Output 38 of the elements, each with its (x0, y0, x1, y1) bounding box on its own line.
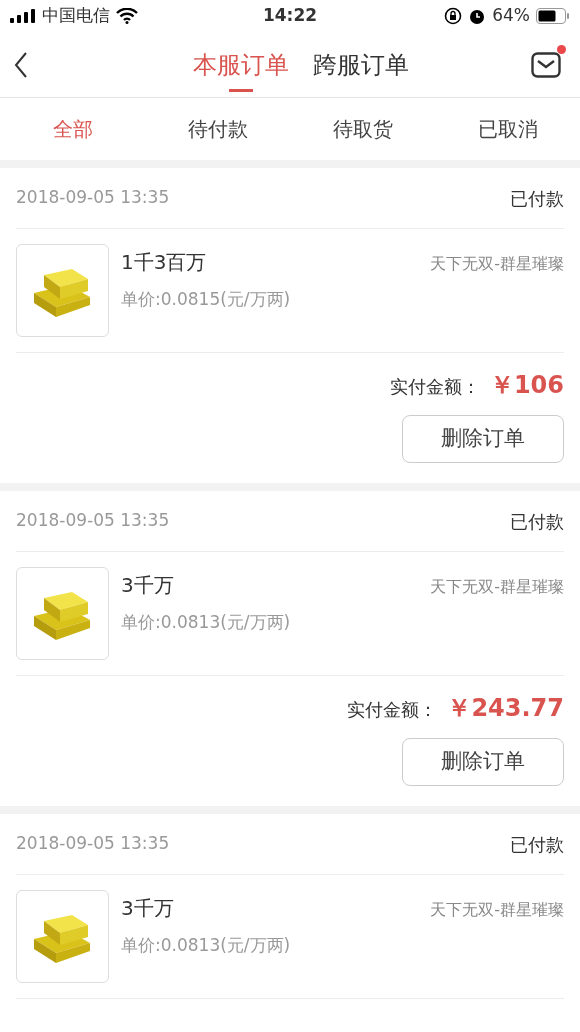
product-title: 3千万 (121, 895, 174, 922)
mail-icon (531, 51, 561, 78)
filter-tab[interactable]: 待付款 (187, 114, 248, 144)
unit-price: 单价:0.0815(元/万两) (121, 288, 292, 311)
product-title: 1千3百万 (121, 249, 207, 276)
order-date: 2018-09-05 13:35 (16, 509, 170, 533)
wifi-icon (116, 8, 138, 24)
battery-icon (536, 8, 570, 24)
rotation-lock-icon (444, 7, 463, 25)
server-name: 天下无双-群星璀璨 (430, 576, 564, 598)
tab-underline (229, 88, 253, 92)
filter-tab[interactable]: 待取货 (332, 114, 393, 144)
battery-percent: 64% (492, 4, 530, 28)
order-tab[interactable]: 本服订单 (193, 31, 289, 98)
alarm-clock-icon (468, 7, 487, 25)
filter-tab[interactable]: 已取消 (477, 114, 538, 144)
unit-price: 单价:0.0813(元/万两) (121, 611, 292, 634)
order-status: 已付款 (510, 186, 564, 211)
delete-order-button[interactable]: 删除订单 (402, 415, 564, 463)
order-tab[interactable]: 跨服订单 (313, 31, 409, 98)
clock-time: 14:22 (261, 4, 319, 28)
order-status: 已付款 (510, 832, 564, 857)
signal-icon (10, 9, 36, 23)
order-date: 2018-09-05 13:35 (16, 832, 170, 856)
back-chevron-icon (14, 51, 28, 78)
total-amount: ￥106 (489, 370, 564, 401)
server-name: 天下无双-群星璀璨 (430, 253, 564, 275)
total-label: 实付金额： (347, 698, 438, 722)
order-date: 2018-09-05 13:35 (16, 186, 170, 210)
order-status: 已付款 (510, 509, 564, 534)
server-name: 天下无双-群星璀璨 (430, 899, 564, 921)
unit-price: 单价:0.0813(元/万两) (121, 934, 292, 957)
total-label: 实付金额： (389, 375, 480, 399)
carrier-name: 中国电信 (42, 4, 110, 28)
filter-tab[interactable]: 全部 (52, 114, 93, 144)
total-amount: ￥243.77 (447, 693, 564, 724)
product-title: 3千万 (121, 572, 174, 599)
delete-order-button[interactable]: 删除订单 (402, 738, 564, 786)
